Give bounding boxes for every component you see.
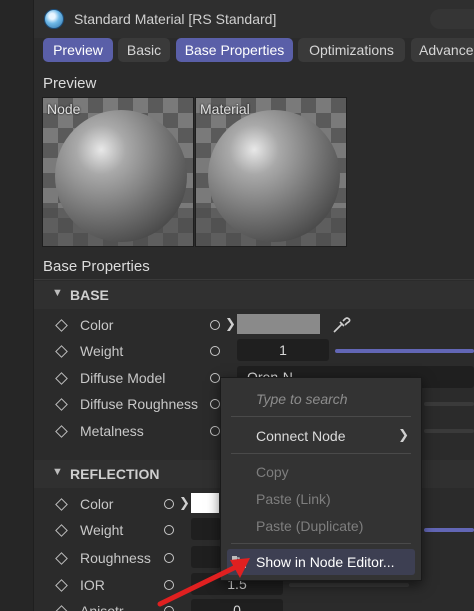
diffuse-roughness-slider[interactable]: [424, 402, 474, 406]
property-label: Weight: [80, 343, 124, 359]
property-label: Anisotr: [80, 603, 124, 611]
property-label: Diffuse Model: [80, 370, 166, 386]
left-dock-strip: [0, 0, 34, 611]
tab-bar: Preview Basic Base Properties Optimizati…: [34, 38, 474, 64]
port-circle-icon[interactable]: [210, 346, 220, 356]
keyframe-diamond-icon[interactable]: [55, 345, 68, 358]
keyframe-diamond-icon[interactable]: [55, 552, 68, 565]
property-label: Metalness: [80, 423, 144, 439]
preview-heading: Preview: [43, 75, 97, 92]
property-label: Roughness: [80, 550, 151, 566]
group-base-title: BASE: [70, 287, 109, 303]
attribute-header: Standard Material [RS Standard]: [34, 0, 474, 38]
material-preview[interactable]: Material: [195, 97, 347, 247]
tab-optimizations[interactable]: Optimizations: [298, 38, 405, 62]
keyframe-diamond-icon[interactable]: [55, 605, 68, 611]
menu-item-copy[interactable]: Copy: [256, 464, 289, 480]
keyframe-diamond-icon[interactable]: [55, 524, 68, 537]
tab-preview[interactable]: Preview: [43, 38, 113, 62]
port-circle-icon[interactable]: [210, 426, 220, 436]
keyframe-diamond-icon[interactable]: [55, 398, 68, 411]
keyframe-diamond-icon[interactable]: [55, 498, 68, 511]
material-preview-image: [196, 98, 346, 246]
keyframe-diamond-icon[interactable]: [55, 425, 68, 438]
menu-search-input[interactable]: Type to search: [256, 391, 348, 407]
property-row-color[interactable]: Color ❯: [34, 312, 474, 338]
property-row-weight[interactable]: Weight 1: [34, 338, 474, 364]
section-divider: [34, 279, 474, 280]
header-options-toggle[interactable]: [430, 9, 474, 29]
group-reflection-title: REFLECTION: [70, 466, 160, 482]
chevron-right-icon[interactable]: ❯: [225, 316, 236, 332]
property-label: Color: [80, 317, 114, 333]
color-swatch[interactable]: [191, 493, 219, 513]
menu-item-show-in-node-editor[interactable]: Show in Node Editor...: [256, 554, 395, 570]
tab-basic[interactable]: Basic: [118, 38, 170, 62]
property-label: IOR: [80, 577, 105, 593]
menu-separator: [231, 543, 411, 544]
window-title: Standard Material [RS Standard]: [74, 11, 277, 27]
eyedropper-icon[interactable]: [331, 315, 351, 335]
menu-item-paste-duplicate[interactable]: Paste (Duplicate): [256, 518, 363, 534]
tab-advanced[interactable]: Advance: [411, 38, 474, 62]
chevron-down-icon: ▼: [52, 287, 63, 299]
port-circle-icon[interactable]: [210, 320, 220, 330]
node-preview-image: [43, 98, 193, 246]
weight-slider[interactable]: [335, 349, 474, 353]
submenu-arrow-icon: ❯: [398, 427, 409, 442]
node-preview[interactable]: Node: [42, 97, 194, 247]
port-circle-icon[interactable]: [210, 373, 220, 383]
reflection-weight-slider[interactable]: [424, 528, 474, 532]
property-label: Diffuse Roughness: [80, 396, 199, 412]
color-swatch[interactable]: [237, 314, 320, 334]
chevron-down-icon: ▼: [52, 466, 63, 478]
ior-slider[interactable]: [289, 583, 409, 587]
annotation-arrow-icon: [157, 558, 250, 607]
base-properties-heading: Base Properties: [43, 258, 150, 275]
menu-separator: [231, 453, 411, 454]
menu-item-paste-link[interactable]: Paste (Link): [256, 491, 331, 507]
property-label: Weight: [80, 522, 124, 538]
property-label: Color: [80, 496, 114, 512]
keyframe-diamond-icon[interactable]: [55, 319, 68, 332]
material-sphere-icon: [44, 9, 64, 29]
chevron-right-icon[interactable]: ❯: [179, 495, 190, 511]
port-circle-icon[interactable]: [164, 525, 174, 535]
weight-field[interactable]: 1: [237, 339, 329, 361]
keyframe-diamond-icon[interactable]: [55, 372, 68, 385]
material-preview-label: Material: [200, 101, 250, 117]
menu-item-connect-node[interactable]: Connect Node: [256, 428, 346, 444]
reflection-weight-field[interactable]: [191, 518, 221, 540]
metalness-slider[interactable]: [424, 429, 474, 433]
node-preview-label: Node: [47, 101, 81, 117]
port-circle-icon[interactable]: [210, 399, 220, 409]
port-circle-icon[interactable]: [164, 499, 174, 509]
tab-base-properties[interactable]: Base Properties: [176, 38, 293, 62]
group-base[interactable]: ▼ BASE: [34, 281, 474, 309]
menu-separator: [231, 416, 411, 417]
keyframe-diamond-icon[interactable]: [55, 579, 68, 592]
